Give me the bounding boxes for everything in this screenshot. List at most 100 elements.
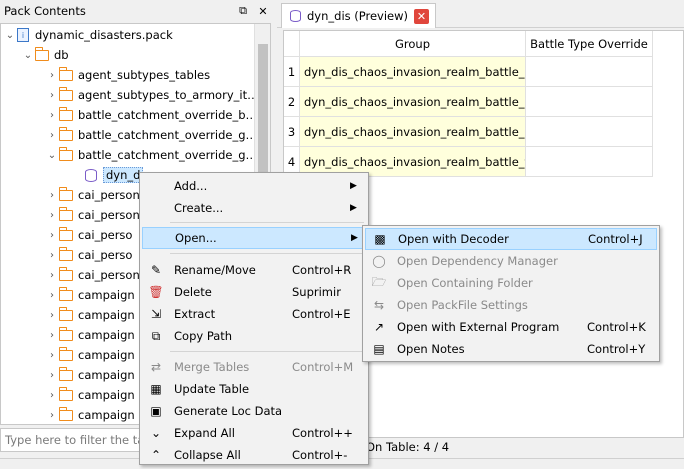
chevron-right-icon[interactable]: › <box>45 65 59 85</box>
menu-item-open-dependency-manager[interactable]: ◯ Open Dependency Manager <box>365 250 657 272</box>
menu-item-generate-loc[interactable]: ▣ Generate Loc Data <box>142 400 366 422</box>
chevron-right-icon[interactable]: › <box>45 345 59 365</box>
tree-item-label: campaign <box>78 368 135 382</box>
tree-item[interactable]: › campaign <box>45 405 135 424</box>
tree-item-selected-table[interactable]: dyn_d <box>85 165 144 185</box>
tree-item-label: dyn_d <box>103 167 144 183</box>
menu-item-label: Open PackFile Settings <box>397 298 528 312</box>
settings-icon: ⇆ <box>373 298 385 312</box>
row-number[interactable]: 2 <box>284 87 300 117</box>
menu-item-expand-all[interactable]: ⌄ Expand All Control++ <box>142 422 366 444</box>
tree-item[interactable]: › cai_perso <box>45 245 132 265</box>
row-number[interactable]: 1 <box>284 57 300 87</box>
tree-item[interactable]: › campaign <box>45 345 135 365</box>
folder-icon <box>58 406 73 421</box>
tree-item[interactable]: › campaign <box>45 305 135 325</box>
tree-item[interactable]: › agent_subtypes_tables <box>45 65 210 85</box>
menu-item-open[interactable]: Open... ▶ <box>142 227 366 249</box>
chevron-right-icon[interactable]: › <box>45 385 59 405</box>
folder-icon <box>58 326 73 341</box>
float-icon[interactable]: ⧉ <box>235 3 251 19</box>
chevron-right-icon[interactable]: › <box>45 325 59 345</box>
chevron-right-icon[interactable]: › <box>45 185 59 205</box>
menu-item-label: Open with External Program <box>397 320 560 334</box>
column-header-battle-type-override[interactable]: Battle Type Override <box>526 31 653 57</box>
tree-root[interactable]: ⌄ i dynamic_disasters.pack <box>3 25 173 45</box>
merge-icon: ⇄ <box>150 360 162 374</box>
tree-item-label: campaign <box>78 348 135 362</box>
tree-folder-db[interactable]: ⌄ db <box>21 45 69 65</box>
menu-item-open-notes[interactable]: ▤ Open Notes Control+Y <box>365 338 657 360</box>
table-cell-group[interactable]: dyn_dis_chaos_invasion_realm_battle_nur <box>300 87 526 117</box>
chevron-right-icon[interactable]: › <box>45 125 59 145</box>
chevron-right-icon[interactable]: › <box>45 245 59 265</box>
table-cell-override[interactable] <box>526 147 653 177</box>
dock-titlebar: Pack Contents ⧉ ✕ <box>0 0 275 22</box>
menu-item-shortcut: Control+M <box>292 360 354 374</box>
chevron-right-icon[interactable]: › <box>45 225 59 245</box>
tree-item[interactable]: › campaign <box>45 385 135 405</box>
folder-icon <box>58 126 73 141</box>
chevron-right-icon[interactable]: › <box>45 405 59 424</box>
chevron-right-icon[interactable]: › <box>45 265 59 285</box>
table-cell-override[interactable] <box>526 57 653 87</box>
row-number[interactable]: 3 <box>284 117 300 147</box>
trash-icon: 🗑 <box>148 285 164 299</box>
decoder-icon: ▩ <box>374 232 386 246</box>
table-cell-override[interactable] <box>526 87 653 117</box>
tab-preview[interactable]: dyn_dis (Preview) ✕ <box>281 3 437 28</box>
menu-item-rename[interactable]: ✎ Rename/Move Control+R <box>142 259 366 281</box>
menu-item-add[interactable]: Add... ▶ <box>142 175 366 197</box>
tree-item[interactable]: › campaign <box>45 325 135 345</box>
menu-item-label: Open with Decoder <box>398 232 509 246</box>
menu-item-open-containing-folder[interactable]: 🗁 Open Containing Folder <box>365 272 657 294</box>
chevron-right-icon[interactable]: › <box>45 305 59 325</box>
table-status: On Table: 4 / 4 <box>366 440 450 454</box>
menu-item-label: Add... <box>174 179 208 193</box>
open-submenu: ▩ Open with Decoder Control+J ◯ Open Dep… <box>362 225 660 362</box>
tree-item-label: campaign <box>78 408 135 422</box>
chevron-down-icon[interactable]: ⌄ <box>21 45 35 65</box>
chevron-down-icon[interactable]: ⌄ <box>3 25 17 45</box>
column-header-group[interactable]: Group <box>300 31 526 57</box>
chevron-right-icon[interactable]: › <box>45 285 59 305</box>
menu-item-merge-tables[interactable]: ⇄ Merge Tables Control+M <box>142 356 366 378</box>
menu-item-collapse-all[interactable]: ⌃ Collapse All Control+- <box>142 444 366 466</box>
tree-item[interactable]: › campaign <box>45 285 135 305</box>
corner-header[interactable] <box>284 31 300 57</box>
menu-item-open-packfile-settings[interactable]: ⇆ Open PackFile Settings <box>365 294 657 316</box>
menu-item-extract[interactable]: ⇲ Extract Control+E <box>142 303 366 325</box>
tree-item[interactable]: › campaign <box>45 365 135 385</box>
tree-item[interactable]: › cai_perso <box>45 225 132 245</box>
menu-item-open-external-program[interactable]: ↗ Open with External Program Control+K <box>365 316 657 338</box>
menu-item-update-table[interactable]: ▦ Update Table <box>142 378 366 400</box>
close-icon[interactable]: ✕ <box>255 3 271 19</box>
chevron-right-icon[interactable]: › <box>45 365 59 385</box>
menu-item-label: Merge Tables <box>174 360 250 374</box>
chevron-right-icon[interactable]: › <box>45 205 59 225</box>
tree-item[interactable]: › cai_person <box>45 265 140 285</box>
menu-item-label: Open Containing Folder <box>397 276 533 290</box>
tree-item[interactable]: › cai_person <box>45 205 140 225</box>
chevron-down-icon[interactable]: ⌄ <box>45 145 59 165</box>
tree-item[interactable]: › battle_catchment_override_g… <box>45 125 257 145</box>
menu-item-label: Open... <box>175 231 217 245</box>
menu-item-shortcut: Control+K <box>587 320 646 334</box>
chevron-right-icon[interactable]: › <box>45 105 59 125</box>
tree-item-label: campaign <box>78 328 135 342</box>
menu-item-create[interactable]: Create... ▶ <box>142 197 366 219</box>
tree-item[interactable]: › battle_catchment_override_b… <box>45 105 257 125</box>
table-cell-group[interactable]: dyn_dis_chaos_invasion_realm_battle_sla <box>300 117 526 147</box>
tree-item[interactable]: ⌄ battle_catchment_override_g… <box>45 145 257 165</box>
chevron-right-icon[interactable]: › <box>45 85 59 105</box>
context-menu: Add... ▶ Create... ▶ Open... ▶ ✎ Rename/… <box>139 172 369 465</box>
menu-item-open-with-decoder[interactable]: ▩ Open with Decoder Control+J <box>365 228 657 250</box>
table-cell-override[interactable] <box>526 117 653 147</box>
tree-item[interactable]: › agent_subtypes_to_armory_it… <box>45 85 259 105</box>
table-cell-group[interactable]: dyn_dis_chaos_invasion_realm_battle_kho <box>300 57 526 87</box>
menu-item-copy-path[interactable]: ⧉ Copy Path <box>142 325 366 347</box>
tree-item[interactable]: › cai_person <box>45 185 140 205</box>
tree-item-label: battle_catchment_override_b… <box>78 108 257 122</box>
close-tab-icon[interactable]: ✕ <box>414 8 430 24</box>
menu-item-delete[interactable]: 🗑 Delete Suprimir <box>142 281 366 303</box>
